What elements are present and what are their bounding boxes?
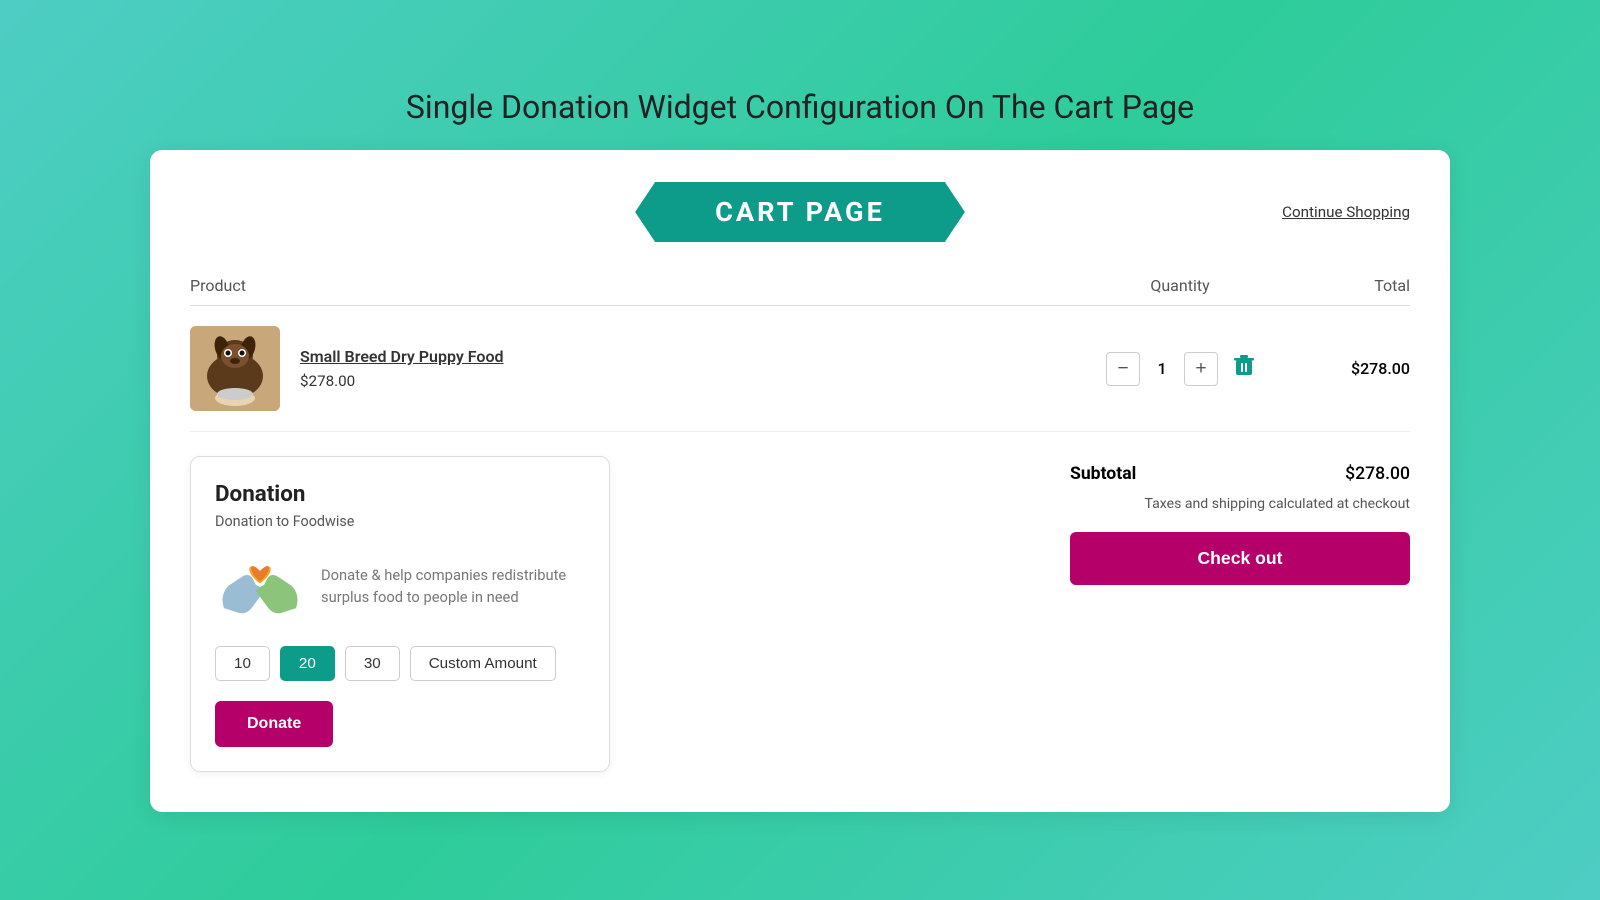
continue-shopping-link[interactable]: Continue Shopping — [1282, 203, 1410, 221]
donate-button[interactable]: Donate — [215, 701, 333, 747]
subtotal-row: Subtotal $278.00 — [1070, 464, 1410, 484]
bottom-section: Donation Donation to Foodwise Donate & h… — [190, 456, 1410, 772]
product-info: Small Breed Dry Puppy Food $278.00 — [190, 326, 1090, 411]
donation-widget: Donation Donation to Foodwise Donate & h… — [190, 456, 610, 772]
donation-description: Donate & help companies redistribute sur… — [321, 564, 585, 608]
product-image — [190, 326, 280, 411]
quantity-value: 1 — [1148, 359, 1176, 378]
quantity-increase-button[interactable]: + — [1184, 352, 1218, 386]
donation-icon — [215, 546, 305, 626]
quantity-decrease-button[interactable]: − — [1106, 352, 1140, 386]
amount-buttons: 10 20 30 Custom Amount — [215, 646, 585, 681]
main-card: CART PAGE Continue Shopping Product Quan… — [150, 150, 1450, 812]
page-title: Single Donation Widget Configuration On … — [406, 88, 1194, 126]
quantity-control: − 1 + — [1090, 352, 1270, 386]
col-header-total: Total — [1270, 276, 1410, 295]
product-total: $278.00 — [1270, 359, 1410, 378]
col-header-product: Product — [190, 276, 1090, 295]
cart-header: CART PAGE Continue Shopping — [190, 182, 1410, 242]
subtotal-value: $278.00 — [1345, 464, 1410, 484]
tax-note: Taxes and shipping calculated at checkou… — [1070, 496, 1410, 512]
donation-title: Donation — [215, 481, 585, 507]
product-details: Small Breed Dry Puppy Food $278.00 — [300, 347, 504, 390]
delete-button[interactable] — [1234, 355, 1254, 383]
donation-subtitle: Donation to Foodwise — [215, 513, 585, 530]
amount-button-30[interactable]: 30 — [345, 646, 400, 681]
checkout-button[interactable]: Check out — [1070, 532, 1410, 585]
table-header: Product Quantity Total — [190, 266, 1410, 306]
amount-button-custom[interactable]: Custom Amount — [410, 646, 556, 681]
subtotal-label: Subtotal — [1070, 464, 1136, 484]
donation-desc-row: Donate & help companies redistribute sur… — [215, 546, 585, 626]
amount-button-20[interactable]: 20 — [280, 646, 335, 681]
product-price: $278.00 — [300, 372, 504, 390]
product-name[interactable]: Small Breed Dry Puppy Food — [300, 347, 504, 366]
table-row: Small Breed Dry Puppy Food $278.00 − 1 +… — [190, 306, 1410, 432]
amount-button-10[interactable]: 10 — [215, 646, 270, 681]
cart-banner: CART PAGE — [635, 182, 965, 242]
summary-section: Subtotal $278.00 Taxes and shipping calc… — [650, 456, 1410, 585]
col-header-quantity: Quantity — [1090, 276, 1270, 295]
